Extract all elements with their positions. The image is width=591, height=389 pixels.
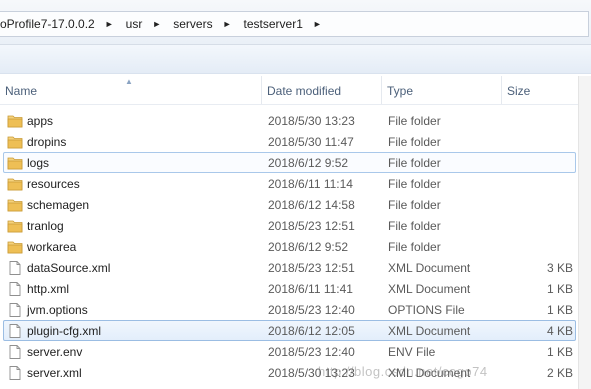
folder-icon	[7, 219, 23, 233]
file-row[interactable]: logs 2018/6/12 9:52 File folder	[3, 152, 576, 173]
cell-date: 2018/6/12 9:52	[268, 240, 349, 254]
folder-icon	[7, 135, 23, 149]
cell-name: resources	[27, 177, 80, 191]
watermark: http://blog.csdn.net/cogo74	[318, 364, 488, 379]
file-row[interactable]: dropins 2018/5/30 11:47 File folder	[3, 131, 576, 152]
column-header-label: Size	[507, 84, 531, 98]
breadcrumb-item[interactable]: oProfile7-17.0.0.2	[0, 17, 95, 31]
cell-name: workarea	[27, 240, 77, 254]
file-icon	[7, 282, 23, 296]
breadcrumb-item[interactable]: testserver1	[238, 17, 303, 31]
chevron-right-icon[interactable]: ►	[142, 19, 167, 29]
command-bar	[0, 45, 591, 74]
cell-type: ENV File	[388, 345, 436, 359]
cell-name: server.env	[27, 345, 83, 359]
folder-icon	[7, 177, 23, 191]
cell-type: File folder	[388, 198, 441, 212]
chevron-right-icon[interactable]: ►	[213, 19, 238, 29]
cell-size: 1 KB	[546, 282, 573, 296]
breadcrumb[interactable]: oProfile7-17.0.0.2 ► usr ► servers ► tes…	[0, 11, 589, 37]
cell-name: http.xml	[27, 282, 70, 296]
folder-icon	[7, 198, 23, 212]
cell-date: 2018/5/30 11:47	[268, 135, 354, 149]
cell-name: apps	[27, 114, 54, 128]
file-icon	[7, 324, 23, 338]
column-headers: ▲ Name Date modified Type Size	[0, 76, 591, 105]
sort-ascending-icon: ▲	[125, 77, 133, 86]
file-list: apps 2018/5/30 13:23 File folder dropins 201…	[0, 110, 591, 383]
cell-size: 3 KB	[546, 261, 573, 275]
cell-date: 2018/5/23 12:51	[268, 261, 355, 275]
file-row[interactable]: resources 2018/6/11 11:14 File folder	[3, 173, 576, 194]
cell-type: XML Document	[388, 261, 471, 275]
file-icon	[7, 366, 23, 380]
cell-type: OPTIONS File	[388, 303, 465, 317]
column-header-label: Date modified	[267, 84, 342, 98]
file-row[interactable]: workarea 2018/6/12 9:52 File folder	[3, 236, 576, 257]
column-header-label: Type	[387, 84, 414, 98]
cell-type: XML Document	[388, 324, 471, 338]
cell-type: File folder	[388, 240, 441, 254]
file-row[interactable]: server.env 2018/5/23 12:40 ENV File 1 KB	[3, 341, 576, 362]
cell-date: 2018/5/30 13:23	[268, 114, 355, 128]
file-row[interactable]: server.xml 2018/5/30 13:23 XML Document 2 K…	[3, 362, 576, 383]
cell-size: 4 KB	[546, 324, 573, 338]
cell-name: server.xml	[27, 366, 82, 380]
breadcrumb-item[interactable]: servers	[167, 17, 212, 31]
cell-date: 2018/6/11 11:41	[268, 282, 353, 296]
cell-name: schemagen	[27, 198, 90, 212]
vertical-scrollbar[interactable]	[578, 76, 591, 389]
cell-date: 2018/5/23 12:40	[268, 303, 355, 317]
file-row[interactable]: dataSource.xml 2018/5/23 12:51 XML Documen…	[3, 257, 576, 278]
cell-name: jvm.options	[27, 303, 88, 317]
file-row[interactable]: jvm.options 2018/5/23 12:40 OPTIONS File 1 …	[3, 299, 576, 320]
cell-type: File folder	[388, 177, 441, 191]
column-header-name[interactable]: ▲ Name	[0, 76, 262, 104]
cell-date: 2018/6/12 12:05	[268, 324, 355, 338]
file-icon	[7, 345, 23, 359]
file-row[interactable]: tranlog 2018/5/23 12:51 File folder	[3, 215, 576, 236]
column-header-label: Name	[5, 84, 38, 98]
file-row[interactable]: apps 2018/5/30 13:23 File folder	[3, 110, 576, 131]
cell-date: 2018/6/12 9:52	[268, 156, 349, 170]
column-header-type[interactable]: Type	[382, 76, 502, 104]
cell-name: dataSource.xml	[27, 261, 111, 275]
chevron-right-icon[interactable]: ►	[303, 19, 328, 29]
cell-size: 1 KB	[546, 303, 573, 317]
column-header-date[interactable]: Date modified	[262, 76, 382, 104]
folder-icon	[7, 114, 23, 128]
cell-name: plugin-cfg.xml	[27, 324, 102, 338]
cell-type: XML Document	[388, 282, 471, 296]
cell-type: File folder	[388, 156, 441, 170]
cell-name: tranlog	[27, 219, 64, 233]
cell-size: 2 KB	[546, 366, 573, 380]
cell-size: 1 KB	[546, 345, 573, 359]
file-icon	[7, 303, 23, 317]
cell-date: 2018/5/23 12:40	[268, 345, 355, 359]
cell-date: 2018/5/23 12:51	[268, 219, 355, 233]
folder-icon	[7, 156, 23, 170]
cell-type: File folder	[388, 135, 441, 149]
cell-name: dropins	[27, 135, 67, 149]
cell-name: logs	[27, 156, 50, 170]
cell-type: File folder	[388, 219, 441, 233]
cell-type: File folder	[388, 114, 441, 128]
file-row[interactable]: schemagen 2018/6/12 14:58 File folder	[3, 194, 576, 215]
cell-date: 2018/6/11 11:14	[268, 177, 353, 191]
chevron-right-icon[interactable]: ►	[95, 19, 120, 29]
file-icon	[7, 261, 23, 275]
cell-date: 2018/6/12 14:58	[268, 198, 355, 212]
breadcrumb-item[interactable]: usr	[120, 17, 143, 31]
file-row[interactable]: http.xml 2018/6/11 11:41 XML Document 1 KB	[3, 278, 576, 299]
address-bar: oProfile7-17.0.0.2 ► usr ► servers ► tes…	[0, 0, 591, 45]
file-row[interactable]: plugin-cfg.xml 2018/6/12 12:05 XML Documen…	[3, 320, 576, 341]
folder-icon	[7, 240, 23, 254]
